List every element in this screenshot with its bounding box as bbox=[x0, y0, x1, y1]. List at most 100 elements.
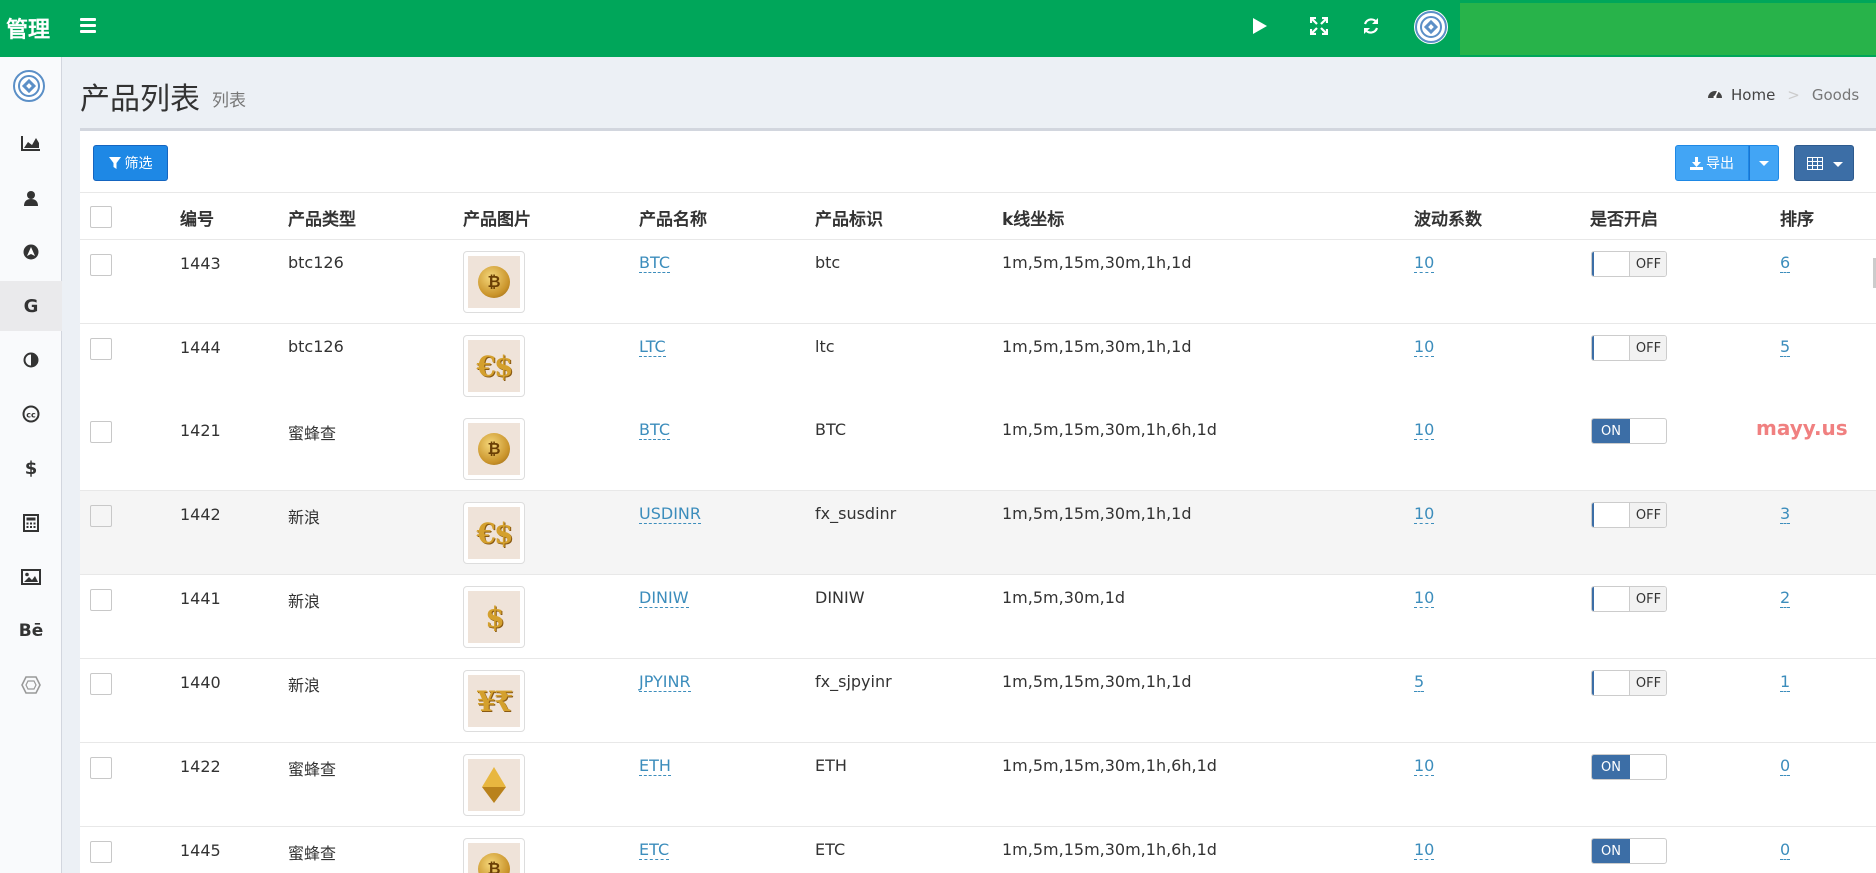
column-header-image[interactable]: 产品图片 bbox=[463, 205, 531, 230]
enabled-toggle[interactable]: ON bbox=[1591, 754, 1667, 780]
row-checkbox[interactable] bbox=[90, 338, 112, 360]
user-menu[interactable] bbox=[1460, 3, 1876, 55]
row-checkbox[interactable] bbox=[90, 673, 112, 695]
column-header-name[interactable]: 产品名称 bbox=[639, 205, 707, 230]
sort-link[interactable]: 0 bbox=[1780, 757, 1791, 776]
product-image[interactable]: €$ bbox=[463, 502, 525, 564]
product-image[interactable]: ₿ bbox=[463, 838, 525, 873]
area-chart-icon[interactable] bbox=[0, 118, 62, 168]
product-name-link[interactable]: BTC bbox=[639, 421, 670, 440]
fullscreen-icon[interactable] bbox=[1304, 13, 1334, 43]
behance-icon[interactable]: Bē bbox=[0, 606, 62, 656]
product-image[interactable] bbox=[463, 754, 525, 816]
sort-link[interactable]: 6 bbox=[1780, 254, 1791, 273]
export-dropdown-button[interactable] bbox=[1749, 145, 1779, 181]
refresh-icon[interactable] bbox=[1356, 13, 1386, 43]
select-all-checkbox[interactable] bbox=[90, 206, 112, 228]
row-checkbox[interactable] bbox=[90, 841, 112, 863]
enabled-toggle[interactable]: OFF bbox=[1591, 251, 1667, 277]
sort-link[interactable]: 5 bbox=[1780, 338, 1791, 357]
sidebar: G cc $ Bē bbox=[0, 57, 62, 873]
product-name-link[interactable]: ETH bbox=[639, 757, 671, 776]
enabled-toggle[interactable]: OFF bbox=[1591, 335, 1667, 361]
google-icon[interactable]: G bbox=[0, 281, 62, 331]
cell-kline: 1m,5m,15m,30m,1h,6h,1d bbox=[1002, 420, 1217, 439]
sort-link[interactable]: 0 bbox=[1780, 841, 1791, 860]
row-checkbox[interactable] bbox=[90, 254, 112, 276]
column-header-sort[interactable]: 排序 bbox=[1780, 205, 1814, 230]
product-image[interactable]: ¥₹ bbox=[463, 670, 525, 732]
table-icon bbox=[1807, 157, 1823, 170]
column-header-factor[interactable]: 波动系数 bbox=[1414, 205, 1482, 230]
cell-type: btc126 bbox=[288, 253, 344, 272]
enabled-toggle[interactable]: OFF bbox=[1591, 586, 1667, 612]
export-button[interactable]: 导出 bbox=[1675, 145, 1749, 181]
enabled-toggle[interactable]: OFF bbox=[1591, 670, 1667, 696]
avatar[interactable] bbox=[1414, 10, 1448, 44]
calculator-icon[interactable] bbox=[0, 498, 62, 548]
column-header-id[interactable]: 编号 bbox=[180, 205, 214, 230]
download-icon bbox=[1690, 156, 1703, 170]
sort-link[interactable]: 2 bbox=[1780, 589, 1791, 608]
cell-kline: 1m,5m,15m,30m,1h,6h,1d bbox=[1002, 756, 1217, 775]
product-name-link[interactable]: BTC bbox=[639, 254, 670, 273]
cell-type: 蜜蜂查 bbox=[288, 760, 337, 779]
product-image[interactable]: ₿ bbox=[463, 418, 525, 480]
factor-link[interactable]: 5 bbox=[1414, 673, 1425, 692]
factor-link[interactable]: 10 bbox=[1414, 757, 1435, 776]
sort-link[interactable]: 3 bbox=[1780, 505, 1791, 524]
row-checkbox[interactable] bbox=[90, 589, 112, 611]
chevron-down-icon bbox=[1833, 162, 1843, 167]
row-checkbox[interactable] bbox=[90, 757, 112, 779]
menu-icon[interactable] bbox=[80, 18, 96, 36]
filter-button[interactable]: 筛选 bbox=[93, 145, 168, 181]
cell-code: fx_sjpyinr bbox=[815, 672, 892, 691]
column-header-type[interactable]: 产品类型 bbox=[288, 205, 356, 230]
app-logo[interactable]: 管理 bbox=[6, 12, 50, 44]
row-checkbox[interactable] bbox=[90, 505, 112, 527]
product-name-link[interactable]: DINIW bbox=[639, 589, 689, 608]
row-checkbox[interactable] bbox=[90, 421, 112, 443]
cell-code: fx_susdinr bbox=[815, 504, 897, 523]
contrast-icon[interactable] bbox=[0, 335, 62, 385]
product-image[interactable]: €$ bbox=[463, 335, 525, 397]
creative-commons-icon[interactable]: cc bbox=[0, 389, 62, 439]
play-icon[interactable] bbox=[1245, 13, 1275, 43]
cell-kline: 1m,5m,15m,30m,1h,1d bbox=[1002, 672, 1192, 691]
table-top-border bbox=[80, 192, 1876, 193]
column-header-kline[interactable]: k线坐标 bbox=[1002, 205, 1064, 230]
factor-link[interactable]: 10 bbox=[1414, 338, 1435, 357]
cell-type: 新浪 bbox=[288, 676, 321, 695]
dollar-icon[interactable]: $ bbox=[0, 443, 62, 493]
hexagon-icon[interactable] bbox=[0, 660, 62, 710]
logo-icon[interactable] bbox=[12, 69, 46, 103]
factor-link[interactable]: 10 bbox=[1414, 254, 1435, 273]
product-name-link[interactable]: LTC bbox=[639, 338, 666, 357]
product-name-link[interactable]: ETC bbox=[639, 841, 670, 860]
enabled-toggle[interactable]: ON bbox=[1591, 418, 1667, 444]
enabled-toggle[interactable]: ON bbox=[1591, 838, 1667, 864]
product-name-link[interactable]: JPYINR bbox=[639, 673, 691, 692]
column-header-code[interactable]: 产品标识 bbox=[815, 205, 883, 230]
navigation-icon[interactable] bbox=[0, 227, 62, 277]
breadcrumb-home[interactable]: Home bbox=[1731, 86, 1775, 104]
filter-label: 筛选 bbox=[124, 156, 153, 172]
cell-id: 1441 bbox=[180, 589, 221, 608]
product-image[interactable]: $ bbox=[463, 586, 525, 648]
product-image[interactable]: ₿ bbox=[463, 251, 525, 313]
image-icon[interactable] bbox=[0, 552, 62, 602]
column-header-enabled[interactable]: 是否开启 bbox=[1590, 205, 1658, 230]
cell-kline: 1m,5m,15m,30m,1h,6h,1d bbox=[1002, 840, 1217, 859]
columns-toggle-button[interactable] bbox=[1794, 145, 1854, 181]
enabled-toggle[interactable]: OFF bbox=[1591, 502, 1667, 528]
factor-link[interactable]: 10 bbox=[1414, 841, 1435, 860]
factor-link[interactable]: 10 bbox=[1414, 421, 1435, 440]
sort-link[interactable]: 1 bbox=[1780, 673, 1791, 692]
factor-link[interactable]: 10 bbox=[1414, 589, 1435, 608]
cell-code: ltc bbox=[815, 337, 835, 356]
product-name-link[interactable]: USDINR bbox=[639, 505, 701, 524]
bitcoin-icon: ₿ bbox=[478, 433, 510, 465]
toggle-label: OFF bbox=[1629, 671, 1666, 695]
factor-link[interactable]: 10 bbox=[1414, 505, 1435, 524]
user-icon[interactable] bbox=[0, 173, 62, 223]
